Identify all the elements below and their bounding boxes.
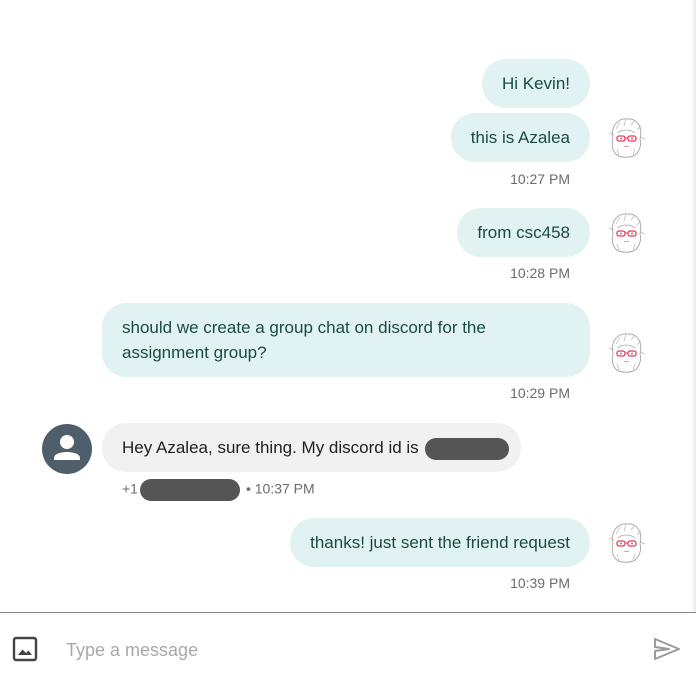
incoming-message-bubble[interactable]: Hey Azalea, sure thing. My discord id is <box>102 423 522 472</box>
message-timestamp: 10:28 PM <box>510 265 570 281</box>
sender-phone-prefix: +1 <box>122 480 138 497</box>
message-timestamp: 10:27 PM <box>510 171 570 187</box>
sender-info: +1 • 10:37 PM <box>122 479 315 501</box>
image-icon[interactable] <box>12 636 38 662</box>
outgoing-message-bubble[interactable]: should we create a group chat on discord… <box>102 303 590 377</box>
outgoing-message-bubble[interactable]: from csc458 <box>457 208 590 257</box>
send-icon[interactable] <box>652 636 682 662</box>
message-text: should we create a group chat on discord… <box>122 318 486 362</box>
message-text: Hey Azalea, sure thing. My discord id is <box>122 438 419 457</box>
user-avatar <box>608 118 646 158</box>
outgoing-message-bubble[interactable]: Hi Kevin! <box>481 59 590 108</box>
message-timestamp: • 10:37 PM <box>245 480 315 497</box>
outgoing-message-bubble[interactable]: this is Azalea <box>450 113 590 162</box>
redacted-phone-number <box>139 479 240 501</box>
user-avatar <box>608 523 646 563</box>
redacted-discord-id <box>425 437 510 460</box>
user-avatar <box>608 333 646 373</box>
message-timestamp: 10:39 PM <box>510 575 570 591</box>
outgoing-message-bubble[interactable]: thanks! just sent the friend request <box>290 518 590 567</box>
person-icon <box>54 435 80 460</box>
message-timestamp: 10:29 PM <box>510 385 570 401</box>
message-text: thanks! just sent the friend request <box>310 533 570 552</box>
message-text: this is Azalea <box>470 128 570 147</box>
messages-window: Hi Kevin! this is Azalea 10:27 PM from c… <box>0 0 696 678</box>
message-text: Hi Kevin! <box>501 74 570 93</box>
composer-divider <box>0 612 696 613</box>
user-avatar <box>608 213 646 253</box>
message-text: from csc458 <box>477 223 570 242</box>
contact-avatar[interactable] <box>42 424 92 474</box>
message-input[interactable] <box>60 632 626 668</box>
